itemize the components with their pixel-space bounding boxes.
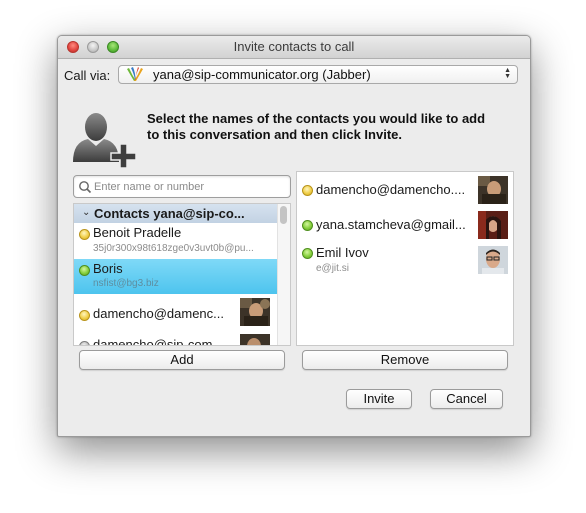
contact-name: Boris <box>93 261 123 276</box>
contact-row[interactable]: damencho@sip-com... <box>74 331 279 346</box>
invited-row[interactable]: yana.stamcheva@gmail... <box>297 209 513 241</box>
invite-dialog-window: Invite contacts to call Call via: yana@s… <box>57 35 531 437</box>
window-title: Invite contacts to call <box>233 39 355 54</box>
invited-contacts-list[interactable]: damencho@damencho.... yana.stamcheva@gma… <box>296 171 514 346</box>
contact-group-header[interactable]: ⌄ Contacts yana@sip-co... <box>74 204 279 223</box>
contact-avatar <box>478 176 508 204</box>
cancel-button[interactable]: Cancel <box>430 389 503 409</box>
chevron-down-icon: ⌄ <box>82 207 91 218</box>
contact-avatar <box>478 246 508 274</box>
invited-address: e@jit.si <box>316 263 349 274</box>
add-button[interactable]: Add <box>79 350 285 370</box>
jabber-icon <box>127 67 143 81</box>
contact-address: nsfist@bg3.biz <box>93 278 159 289</box>
invited-name: yana.stamcheva@gmail... <box>316 217 466 232</box>
call-via-selected-value: yana@sip-communicator.org (Jabber) <box>153 67 371 82</box>
invited-name: Emil Ivov <box>316 245 369 260</box>
contact-name: Benoit Pradelle <box>93 225 182 240</box>
status-away-icon <box>79 229 90 240</box>
status-offline-icon <box>79 341 90 345</box>
status-online-icon <box>79 265 90 276</box>
search-box <box>73 175 291 198</box>
invited-name: damencho@damencho.... <box>316 182 466 197</box>
contact-avatar <box>240 298 270 326</box>
status-away-icon <box>79 310 90 321</box>
title-bar: Invite contacts to call <box>58 36 530 59</box>
contact-avatar <box>478 211 508 239</box>
instruction-text: Select the names of the contacts you wou… <box>147 111 486 142</box>
contact-name: damencho@damenc... <box>93 306 224 321</box>
select-arrows-icon: ▲ ▼ <box>504 67 511 80</box>
contact-avatar <box>240 334 270 345</box>
scrollbar-thumb[interactable] <box>280 206 287 224</box>
contact-name: damencho@sip-com... <box>93 337 224 346</box>
invited-row[interactable]: damencho@damencho.... <box>297 175 513 205</box>
add-contact-avatar-icon <box>73 113 137 168</box>
call-via-select[interactable]: yana@sip-communicator.org (Jabber) ▲ ▼ <box>118 65 518 84</box>
status-online-icon <box>302 248 313 259</box>
contact-group-label: Contacts yana@sip-co... <box>94 206 245 221</box>
status-away-icon <box>302 185 313 196</box>
status-online-icon <box>302 220 313 231</box>
search-icon <box>79 181 92 194</box>
contact-row[interactable]: Benoit Pradelle 35j0r300x98t618zge0v3uvt… <box>74 223 279 258</box>
call-via-label: Call via: <box>64 68 111 83</box>
invite-button[interactable]: Invite <box>346 389 412 409</box>
contact-address: 35j0r300x98t618zge0v3uvt0b@pu... <box>93 243 254 254</box>
contact-row[interactable]: damencho@damenc... <box>74 295 279 331</box>
search-input[interactable] <box>94 178 284 195</box>
remove-button[interactable]: Remove <box>302 350 508 370</box>
contact-row-selected[interactable]: Boris nsfist@bg3.biz <box>74 259 279 294</box>
contacts-scrollbar[interactable] <box>277 204 290 345</box>
invited-row[interactable]: Emil Ivov e@jit.si <box>297 243 513 277</box>
contacts-list[interactable]: ⌄ Contacts yana@sip-co... Benoit Pradell… <box>73 203 291 346</box>
